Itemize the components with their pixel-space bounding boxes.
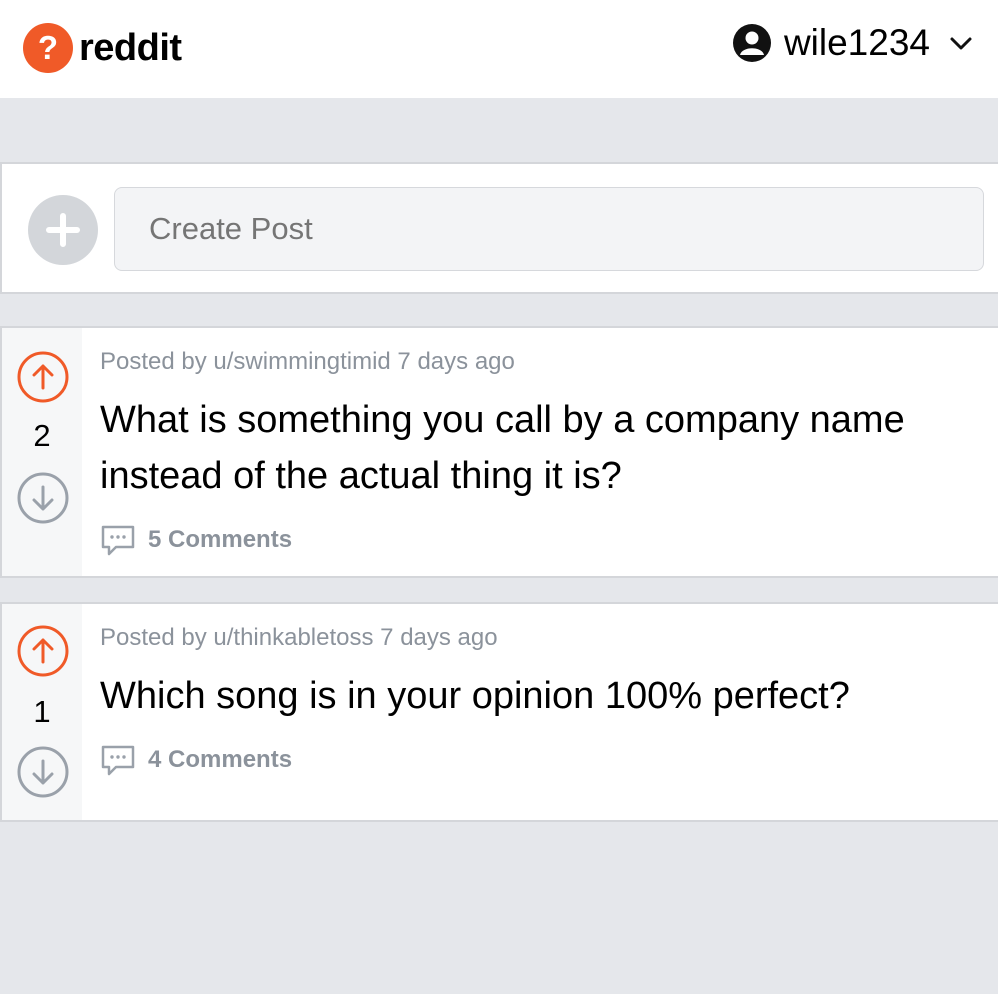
post-meta: Posted by u/thinkabletoss 7 days ago (100, 624, 498, 651)
top-navbar: ? reddit wile1234 (0, 0, 998, 98)
comments-count: 4 Comments (148, 746, 293, 773)
downvote-icon[interactable] (16, 471, 70, 525)
create-post-avatar[interactable] (28, 195, 98, 265)
user-circle-icon (732, 24, 771, 62)
post-title[interactable]: Which song is in your opinion 100% perfe… (100, 668, 980, 724)
post-card[interactable]: 1 Posted by u/thinkabletoss 7 days ago W… (0, 602, 998, 822)
comments-count: 5 Comments (148, 526, 293, 553)
vote-count: 2 (33, 418, 51, 453)
username: wile1234 (783, 22, 930, 63)
upvote-icon[interactable] (16, 624, 70, 678)
comments-link[interactable]: 4 Comments (100, 742, 292, 778)
logo-text: reddit (79, 26, 182, 69)
comment-icon (101, 525, 135, 556)
upvote-icon[interactable] (16, 350, 70, 404)
downvote-icon[interactable] (16, 745, 70, 799)
reddit-logo[interactable]: ? reddit (23, 23, 182, 73)
user-menu[interactable]: wile1234 (732, 22, 974, 64)
post-card[interactable]: 2 Posted by u/swimmingtimid 7 days ago W… (0, 326, 998, 578)
comments-link[interactable]: 5 Comments (100, 522, 292, 558)
vote-count: 1 (33, 694, 51, 729)
plus-icon (46, 213, 80, 247)
post-title[interactable]: What is something you call by a company … (100, 392, 980, 504)
logo-icon: ? (23, 23, 73, 73)
chevron-down-icon (950, 37, 972, 50)
create-post-bar (0, 162, 998, 294)
vote-column: 2 (2, 328, 82, 576)
vote-column: 1 (2, 604, 82, 820)
comment-icon (101, 745, 135, 776)
post-meta: Posted by u/swimmingtimid 7 days ago (100, 348, 515, 375)
create-post-input[interactable] (114, 187, 984, 271)
